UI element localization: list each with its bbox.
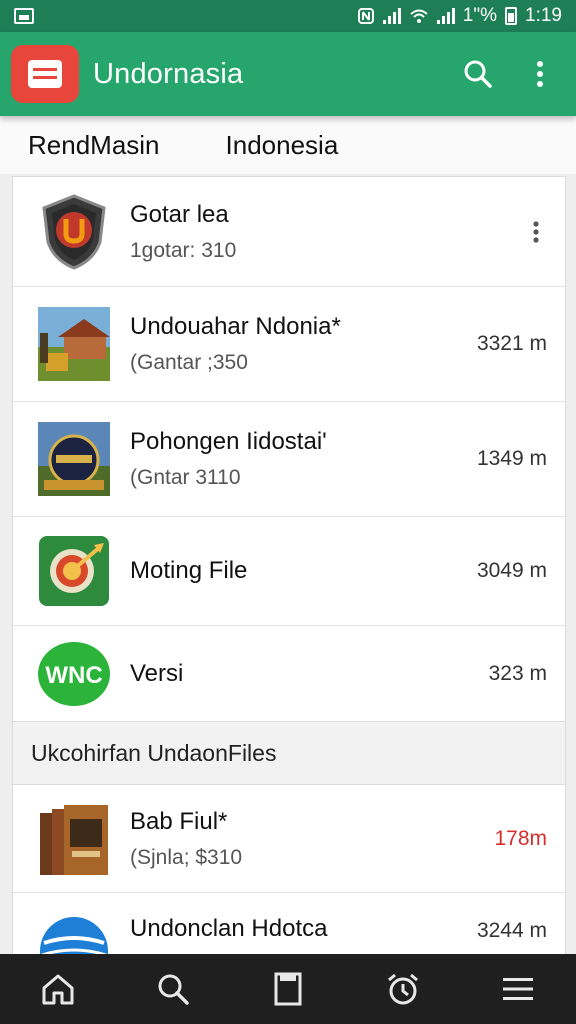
item-name: Moting File	[130, 557, 248, 584]
item-name: Bab Fiul*	[130, 807, 228, 835]
search-icon	[464, 60, 492, 88]
svg-text:WNC: WNC	[45, 662, 102, 689]
dart-target-icon	[38, 535, 110, 607]
item-size: 3244 m	[476, 919, 547, 942]
menu-button[interactable]	[11, 45, 79, 103]
tab-indonesia[interactable]: Indonesia	[226, 130, 339, 161]
item-subtitle: (Gantar ;350	[130, 351, 248, 374]
menu-icon	[503, 978, 534, 1000]
more-vert-icon	[533, 220, 539, 243]
app-title: Undornasia	[93, 57, 244, 90]
badge-photo-icon	[38, 422, 110, 496]
more-options-button[interactable]	[520, 54, 560, 94]
item-name: Undouahar Ndonia*	[130, 313, 341, 340]
shield-logo-icon	[38, 193, 110, 270]
app-bar: Undornasia	[0, 32, 576, 116]
list-item[interactable]: Pohongen Iidostai' (Gntar 3110 1349 m	[13, 402, 565, 517]
battery-percent: 1"%	[462, 5, 498, 26]
battery-icon	[505, 7, 518, 25]
nav-search[interactable]	[149, 965, 197, 1013]
wnc-logo-icon: WNC	[38, 638, 110, 710]
nav-alarm[interactable]	[379, 965, 427, 1013]
status-bar: 1"% 1:19	[0, 0, 576, 32]
screenshot-icon	[14, 8, 34, 24]
home-icon	[42, 974, 74, 1005]
item-name: Pohongen Iidostai'	[130, 428, 327, 455]
wifi-icon	[410, 9, 428, 23]
tab-rendmasin[interactable]: RendMasin	[28, 130, 160, 161]
item-size: 1349 m	[476, 447, 547, 470]
item-more-button[interactable]	[521, 220, 551, 244]
books-icon	[38, 803, 110, 875]
list-item[interactable]: WNC Versi 323 m	[13, 626, 565, 721]
item-size: 323 m	[488, 661, 547, 685]
more-vert-icon	[537, 61, 543, 87]
nav-documents[interactable]	[264, 965, 312, 1013]
building-photo-icon	[38, 307, 110, 381]
list-item[interactable]: Undouahar Ndonia* (Gantar ;350 3321 m	[13, 287, 565, 402]
list-item[interactable]: Moting File 3049 m	[13, 517, 565, 626]
item-name: Versi	[130, 659, 184, 687]
nav-menu[interactable]	[494, 965, 542, 1013]
section-header: Ukcohirfan UndaonFiles	[12, 722, 566, 784]
item-size: 178m	[494, 826, 547, 850]
list-item[interactable]: Undonclan Hdotca 3244 m	[13, 893, 565, 955]
signal-icon	[382, 8, 401, 24]
item-subtitle: 1gotar: 310	[130, 238, 237, 262]
file-list: Gotar lea 1gotar: 310 Undouahar Ndonia* …	[12, 176, 566, 722]
item-subtitle: (Sjnla; $310	[130, 845, 243, 869]
item-size: 3049 m	[476, 559, 547, 582]
bottom-nav	[0, 954, 576, 1024]
item-name: Undonclan Hdotca	[130, 915, 328, 942]
alarm-icon	[388, 973, 419, 1005]
clock: 1:19	[525, 5, 562, 26]
globe-icon	[38, 915, 110, 955]
item-size: 3321 m	[476, 332, 547, 355]
search-button[interactable]	[458, 54, 498, 94]
nav-home[interactable]	[34, 965, 82, 1013]
signal-icon-2	[436, 8, 455, 24]
document-icon	[274, 972, 302, 1006]
menu-icon	[28, 60, 62, 88]
search-icon	[158, 974, 189, 1005]
item-subtitle: (Gntar 3110	[130, 466, 241, 489]
item-name: Gotar lea	[130, 200, 229, 228]
file-list-2: Bab Fiul* (Sjnla; $310 178m Undonclan Hd…	[12, 784, 566, 955]
list-item[interactable]: Gotar lea 1gotar: 310	[13, 177, 565, 287]
list-item[interactable]: Bab Fiul* (Sjnla; $310 178m	[13, 785, 565, 893]
tab-bar: RendMasin Indonesia	[0, 116, 576, 174]
nfc-icon	[357, 8, 374, 24]
